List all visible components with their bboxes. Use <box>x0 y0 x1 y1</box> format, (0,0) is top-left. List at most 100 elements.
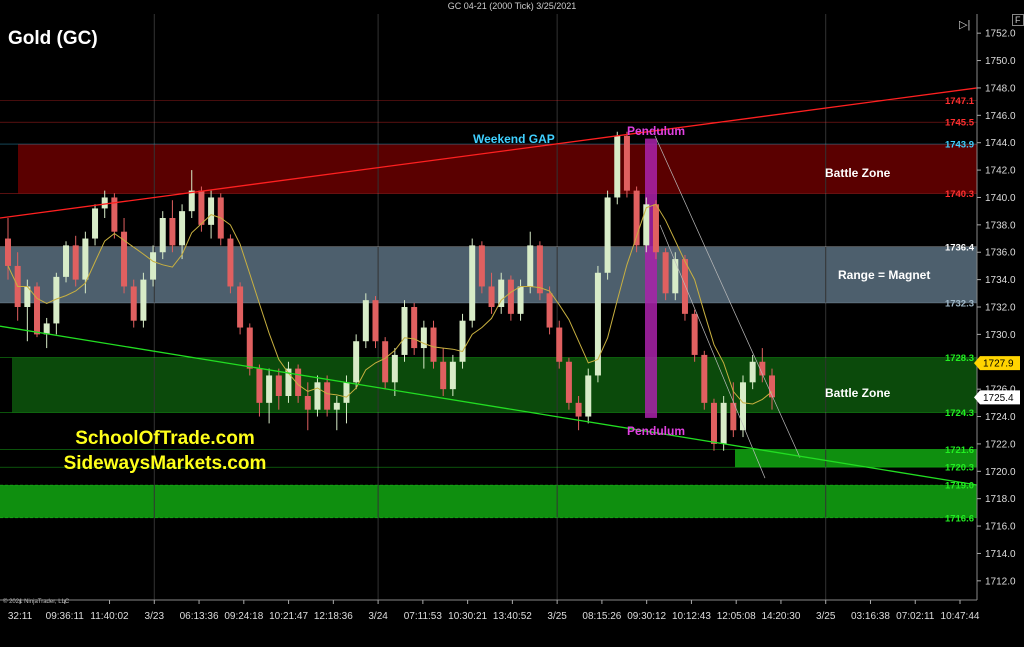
zone-4 <box>0 484 977 518</box>
candle-body <box>556 327 563 362</box>
candle-body <box>623 135 630 191</box>
y-tick-label: 1748.0 <box>985 83 1016 94</box>
price-chart[interactable]: 1712.0 1714.0 1716.0 1718.0 1720.0 1722.0 1724… <box>0 0 1024 647</box>
y-tick-label: 1738.0 <box>985 220 1016 231</box>
y-tick-label: 1720.0 <box>985 467 1016 478</box>
candle-body <box>314 382 321 410</box>
y-tick-label: 1740.0 <box>985 193 1016 204</box>
price-level-label: 1728.3 <box>945 353 974 364</box>
y-tick-label: 1730.0 <box>985 330 1016 341</box>
fixed-scale-button[interactable]: F <box>1012 14 1024 26</box>
pendulum-annotation-bottom: Pendulum <box>627 424 686 438</box>
y-tick-label: 1716.0 <box>985 522 1016 533</box>
x-tick-label: 08:15:26 <box>582 611 621 622</box>
x-tick-label: 10:12:43 <box>672 611 711 622</box>
x-tick-label: 32:11 <box>8 611 33 622</box>
x-tick-label: 3/24 <box>368 611 388 622</box>
x-tick-label: 09:24:18 <box>224 611 263 622</box>
current-price-tag-label: 1727.9 <box>983 359 1014 370</box>
candle-body <box>256 368 263 403</box>
candle-body <box>681 259 688 314</box>
candle-body <box>430 327 437 362</box>
candle-body <box>72 245 79 280</box>
pendulum-bar <box>645 138 657 418</box>
candle-body <box>140 279 147 321</box>
weekend-gap-annotation: Weekend GAP <box>473 132 555 146</box>
price-level-label: 1719.0 <box>945 480 974 491</box>
candle-body <box>246 327 253 369</box>
candle-body <box>82 238 89 280</box>
candle-body <box>275 375 282 396</box>
candle-body <box>652 204 659 253</box>
candle-body <box>440 361 447 390</box>
y-tick-label: 1752.0 <box>985 29 1016 40</box>
x-tick-label: 3/23 <box>145 611 165 622</box>
candle-body <box>5 238 11 266</box>
price-level-label: 1720.3 <box>945 463 974 474</box>
price-level-label: 1743.9 <box>945 140 974 151</box>
candle-body <box>179 211 186 246</box>
price-level-label: 1724.3 <box>945 408 974 419</box>
x-tick-label: 12:05:08 <box>717 611 756 622</box>
candle-body <box>691 313 698 355</box>
candle-body <box>643 204 650 246</box>
current-price-tag-label: 1725.4 <box>983 393 1014 404</box>
candle-body <box>304 395 311 410</box>
candle-body <box>391 354 398 383</box>
x-tick-label: 09:30:12 <box>627 611 666 622</box>
pendulum-annotation-top: Pendulum <box>627 124 686 138</box>
price-level-label: 1721.6 <box>945 445 974 456</box>
brand-line-2: SidewaysMarkets.com <box>63 453 267 474</box>
candle-body <box>372 300 379 342</box>
zone-1 <box>0 246 977 303</box>
price-level-label: 1716.6 <box>945 513 974 524</box>
candle-body <box>488 286 495 307</box>
candle-body <box>92 208 99 239</box>
y-tick-label: 1718.0 <box>985 494 1016 505</box>
candle-body <box>237 286 244 328</box>
y-tick-label: 1736.0 <box>985 248 1016 259</box>
candle-body <box>662 252 669 294</box>
candle-body <box>469 245 476 321</box>
y-tick-label: 1750.0 <box>985 56 1016 67</box>
x-tick-label: 10:47:44 <box>941 611 980 622</box>
candle-body <box>701 354 708 403</box>
x-tick-label: 10:30:21 <box>448 611 487 622</box>
candle-body <box>324 382 331 410</box>
x-tick-label: 07:11:53 <box>404 611 443 622</box>
x-tick-label: 13:40:52 <box>493 611 532 622</box>
candle-body <box>507 279 514 314</box>
candle-body <box>478 245 485 287</box>
candle-body <box>63 245 70 277</box>
candle-body <box>333 402 340 410</box>
candle-body <box>198 190 205 225</box>
scroll-to-end-button[interactable]: ▷| <box>959 18 970 31</box>
candle-body <box>575 402 582 417</box>
candle-body <box>343 382 350 403</box>
copyright-notice: © 2021 NinjaTrader, LLC <box>3 599 70 605</box>
candle-body <box>353 341 360 383</box>
y-tick-label: 1722.0 <box>985 439 1016 450</box>
price-level-label: 1745.5 <box>945 118 975 129</box>
candle-body <box>34 286 41 335</box>
candle-body <box>382 341 389 383</box>
chart-title: Gold (GC) <box>8 28 98 49</box>
x-tick-label: 12:18:36 <box>314 611 353 622</box>
candle-body <box>169 218 176 246</box>
candle-body <box>749 361 756 383</box>
candle-body <box>362 300 369 342</box>
candle-body <box>720 402 727 444</box>
x-tick-label: 03:16:38 <box>851 611 890 622</box>
candle-body <box>459 320 466 362</box>
zone-label-battle-zone-top: Battle Zone <box>825 166 891 180</box>
candle-body <box>266 375 273 403</box>
x-tick-label: 06:13:36 <box>180 611 219 622</box>
price-level-label: 1740.3 <box>945 189 974 200</box>
x-tick-label: 10:21:47 <box>269 611 308 622</box>
candle-body <box>498 279 505 307</box>
candle-body <box>188 190 195 212</box>
zone-label-range-magnet: Range = Magnet <box>838 268 931 282</box>
candle-body <box>130 286 137 321</box>
y-tick-label: 1724.0 <box>985 412 1016 423</box>
candle-body <box>411 307 418 349</box>
